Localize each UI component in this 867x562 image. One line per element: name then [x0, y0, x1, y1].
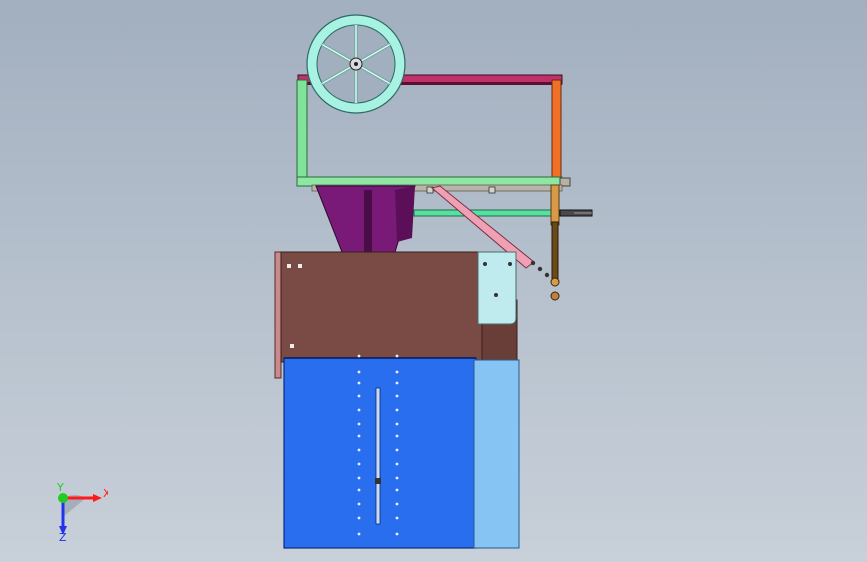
frame-left-post[interactable]: [296, 79, 308, 185]
lever-pivot: [550, 277, 560, 287]
frame-right-post[interactable]: [551, 79, 562, 185]
lever-lower[interactable]: [551, 221, 559, 283]
lever-upper[interactable]: [550, 184, 560, 226]
slot-marker: [375, 478, 381, 484]
bracket-hole-3: [494, 293, 498, 297]
x-axis-arrow: [93, 494, 102, 502]
x-axis-label: X: [103, 487, 108, 500]
bracket-hole-2: [508, 262, 512, 266]
housing-left-edge: [274, 251, 282, 379]
lever-foot: [550, 291, 560, 301]
arm-pin-2: [537, 266, 543, 272]
arm-pin-3: [544, 272, 550, 278]
reference-triad: X Y Z: [56, 481, 108, 542]
hopper-right-side: [395, 186, 415, 242]
housing-body[interactable]: [280, 251, 483, 363]
y-axis-label: Y: [56, 481, 64, 494]
blue-tank[interactable]: [283, 354, 520, 549]
tank-slot[interactable]: [375, 387, 381, 525]
drive-shaft[interactable]: [413, 209, 593, 217]
y-axis-dot: [58, 493, 68, 503]
shaft-green[interactable]: [413, 209, 555, 217]
bracket-hole-1: [483, 262, 487, 266]
bracket-plate[interactable]: [477, 251, 517, 325]
hopper[interactable]: [315, 185, 416, 253]
orange-lever[interactable]: [550, 184, 560, 301]
bolt-right: [488, 186, 496, 194]
tank-side[interactable]: [473, 359, 520, 549]
arm-pin-1: [530, 260, 536, 266]
z-axis-label: Z: [59, 531, 67, 542]
cad-viewport[interactable]: [0, 0, 867, 562]
hopper-center-rib: [364, 190, 372, 252]
housing-dot-1: [287, 264, 291, 268]
housing-dot-3: [290, 344, 294, 348]
handwheel[interactable]: [306, 14, 406, 114]
housing-dot-2: [298, 264, 302, 268]
handwheel-hub-center: [354, 62, 358, 66]
